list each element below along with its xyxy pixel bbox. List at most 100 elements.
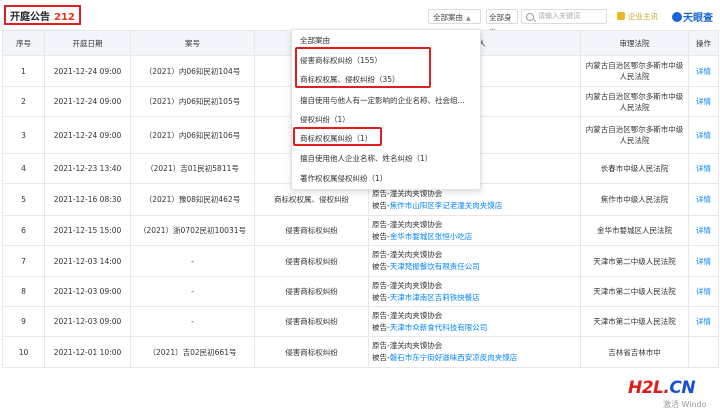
row-court: 金华市婺城区人民法院 <box>580 215 689 246</box>
row-date: 2021-12-16 08:30 <box>44 183 131 216</box>
header-bar: 开庭公告 212 全部案由▲ 全部身份 请输入关键词 企业主讯 天眼查 <box>0 0 720 37</box>
row-no: 1 <box>2 55 45 87</box>
row-court: 吉林省吉林市中 <box>580 336 689 368</box>
row-detail-link[interactable]: 详情 <box>688 215 719 246</box>
row-court: 内蒙古自治区鄂尔多斯市中级人民法院 <box>580 116 689 154</box>
watermark-logo: H2L.CN <box>628 378 696 398</box>
row-no: 2 <box>2 86 45 117</box>
row-case-number: （2021）内06知民初106号 <box>130 116 255 154</box>
vip-link[interactable]: 企业主讯 <box>617 11 658 22</box>
menu-item-unauthorized-name-use[interactable]: 擅自使用与他人有一定影响的企业名称、社会组... <box>300 95 465 106</box>
logo-text: 天眼查 <box>683 13 713 24</box>
defendant-text: 被告-金华市婺城区张恒小吃店 <box>372 231 577 243</box>
col-header-date: 开庭日期 <box>44 30 131 56</box>
row-case-number: - <box>130 306 255 337</box>
row-date: 2021-12-15 15:00 <box>44 215 131 246</box>
row-case-number: （2021）豫08知民初462号 <box>130 183 255 216</box>
defendant-link[interactable]: 金华市婺城区张恒小吃店 <box>390 232 473 241</box>
row-reason: 侵害商标权纠纷 <box>254 245 369 277</box>
watermark-tail: CN <box>669 378 696 398</box>
defendant-link[interactable]: 天津市津南区吉莉铁快餐店 <box>390 293 480 302</box>
role-filter-dropdown[interactable]: 全部身份 <box>486 9 518 37</box>
defendant-link[interactable]: 焦作市山阳区李记老潼关肉夹馍店 <box>390 201 503 210</box>
row-detail-link[interactable]: 详情 <box>688 245 719 277</box>
defendant-prefix: 被告- <box>372 322 390 332</box>
plaintiff-text: 原告-潼关肉夹馍协会 <box>372 341 443 350</box>
row-parties: 原告-潼关肉夹馍协会 被告-天津梵振餐饮有限责任公司 <box>368 245 581 277</box>
defendant-prefix: 被告- <box>372 353 390 362</box>
defendant-link[interactable]: 天津梵振餐饮有限责任公司 <box>390 262 480 271</box>
row-date: 2021-12-03 14:00 <box>44 245 131 277</box>
row-court: 天津市第二中级人民法院 <box>580 245 689 277</box>
row-court: 长春市中级人民法院 <box>580 153 689 184</box>
logo-icon <box>672 12 682 22</box>
row-case-number: （2021）吉02民初661号 <box>130 336 255 368</box>
menu-item-all[interactable]: 全部案由 <box>300 35 330 46</box>
row-no: 9 <box>2 306 45 337</box>
record-count: 212 <box>54 12 75 23</box>
col-header-op: 操作 <box>688 30 719 56</box>
row-court: 焦作市中级人民法院 <box>580 183 689 216</box>
row-detail-link[interactable] <box>688 336 719 368</box>
table-row: 9 2021-12-03 09:00- 侵害商标权纠纷 原告-潼关肉夹馍协会 被告-天津… <box>2 306 719 337</box>
table-row: 6 2021-12-15 15:00 （2021）浙0702民初10031号 侵害商标… <box>2 215 719 246</box>
row-court: 天津市第二中级人民法院 <box>580 306 689 337</box>
row-case-number: - <box>130 245 255 277</box>
table-row: 10 2021-12-01 10:00 （2021）吉02民初661号 侵害商标权纠纷… <box>2 336 719 368</box>
menu-highlight-box-2 <box>293 127 382 146</box>
row-no: 4 <box>2 153 45 184</box>
row-date: 2021-12-24 09:00 <box>44 116 131 154</box>
row-date: 2021-12-24 09:00 <box>44 55 131 87</box>
chevron-up-icon: ▲ <box>466 15 471 22</box>
row-no: 3 <box>2 116 45 154</box>
row-case-number: - <box>130 276 255 307</box>
defendant-prefix: 被告- <box>372 231 390 241</box>
reason-filter-dropdown[interactable]: 全部案由 ▲ <box>428 9 481 24</box>
page-title: 开庭公告 212 <box>10 8 75 23</box>
row-case-number: （2021）浙0702民初10031号 <box>130 215 255 246</box>
menu-item-copyright[interactable]: 著作权权属侵权纠纷（1） <box>300 173 387 184</box>
defendant-prefix: 被告- <box>372 200 390 210</box>
row-case-number: （2021）内06知民初105号 <box>130 86 255 117</box>
menu-item-infringement[interactable]: 侵权纠纷（1） <box>300 114 350 125</box>
menu-highlight-box-1 <box>295 47 431 88</box>
table-row: 7 2021-12-03 14:00- 侵害商标权纠纷 原告-潼关肉夹馍协会 被告-天津… <box>2 245 719 277</box>
menu-item-unauthorized-personal-name[interactable]: 擅自使用他人企业名称、姓名纠纷（1） <box>300 153 432 164</box>
defendant-text: 被告-天津市众新食代科技有限公司 <box>372 322 577 334</box>
row-no: 6 <box>2 215 45 246</box>
row-date: 2021-12-01 10:00 <box>44 336 131 368</box>
watermark-main: H2L. <box>628 378 670 398</box>
row-date: 2021-12-03 09:00 <box>44 306 131 337</box>
row-detail-link[interactable]: 详情 <box>688 153 719 184</box>
row-no: 5 <box>2 183 45 216</box>
table-row: 8 2021-12-03 09:00- 侵害商标权纠纷 原告-潼关肉夹馍协会 被告-天津… <box>2 276 719 307</box>
vip-icon <box>617 12 625 20</box>
row-reason: 侵害商标权纠纷 <box>254 306 369 337</box>
activation-watermark: 激活 Windo <box>663 400 707 409</box>
row-detail-link[interactable]: 详情 <box>688 276 719 307</box>
plaintiff-text: 原告-潼关肉夹馍协会 <box>372 310 443 320</box>
search-placeholder: 请输入关键词 <box>538 12 580 20</box>
row-detail-link[interactable]: 详情 <box>688 86 719 117</box>
search-icon <box>526 13 534 21</box>
defendant-text: 被告-焦作市山阳区李记老潼关肉夹馍店 <box>372 200 577 212</box>
row-detail-link[interactable]: 详情 <box>688 183 719 216</box>
row-reason: 侵害商标权纠纷 <box>254 215 369 246</box>
row-detail-link[interactable]: 详情 <box>688 306 719 337</box>
row-parties: 原告-潼关肉夹馍协会 被告-金华市婺城区张恒小吃店 <box>368 215 581 246</box>
row-detail-link[interactable]: 详情 <box>688 116 719 154</box>
plaintiff-text: 原告-潼关肉夹馍协会 <box>372 280 443 290</box>
vip-label: 企业主讯 <box>628 12 658 21</box>
row-reason: 侵害商标权纠纷 <box>254 336 369 368</box>
search-input[interactable]: 请输入关键词 <box>521 9 607 24</box>
row-parties: 原告-潼关肉夹馍协会 被告-天津市众新食代科技有限公司 <box>368 306 581 337</box>
defendant-link[interactable]: 磐石市东宁街好滋味西安凉皮肉夹馍店 <box>390 353 518 362</box>
col-header-no: 序号 <box>2 30 45 56</box>
defendant-text: 被告-天津梵振餐饮有限责任公司 <box>372 261 577 273</box>
defendant-link[interactable]: 天津市众新食代科技有限公司 <box>390 323 488 332</box>
row-court: 天津市第二中级人民法院 <box>580 276 689 307</box>
row-court: 内蒙古自治区鄂尔多斯市中级人民法院 <box>580 55 689 87</box>
defendant-prefix: 被告- <box>372 262 390 271</box>
row-detail-link[interactable]: 详情 <box>688 55 719 87</box>
row-date: 2021-12-03 09:00 <box>44 276 131 307</box>
